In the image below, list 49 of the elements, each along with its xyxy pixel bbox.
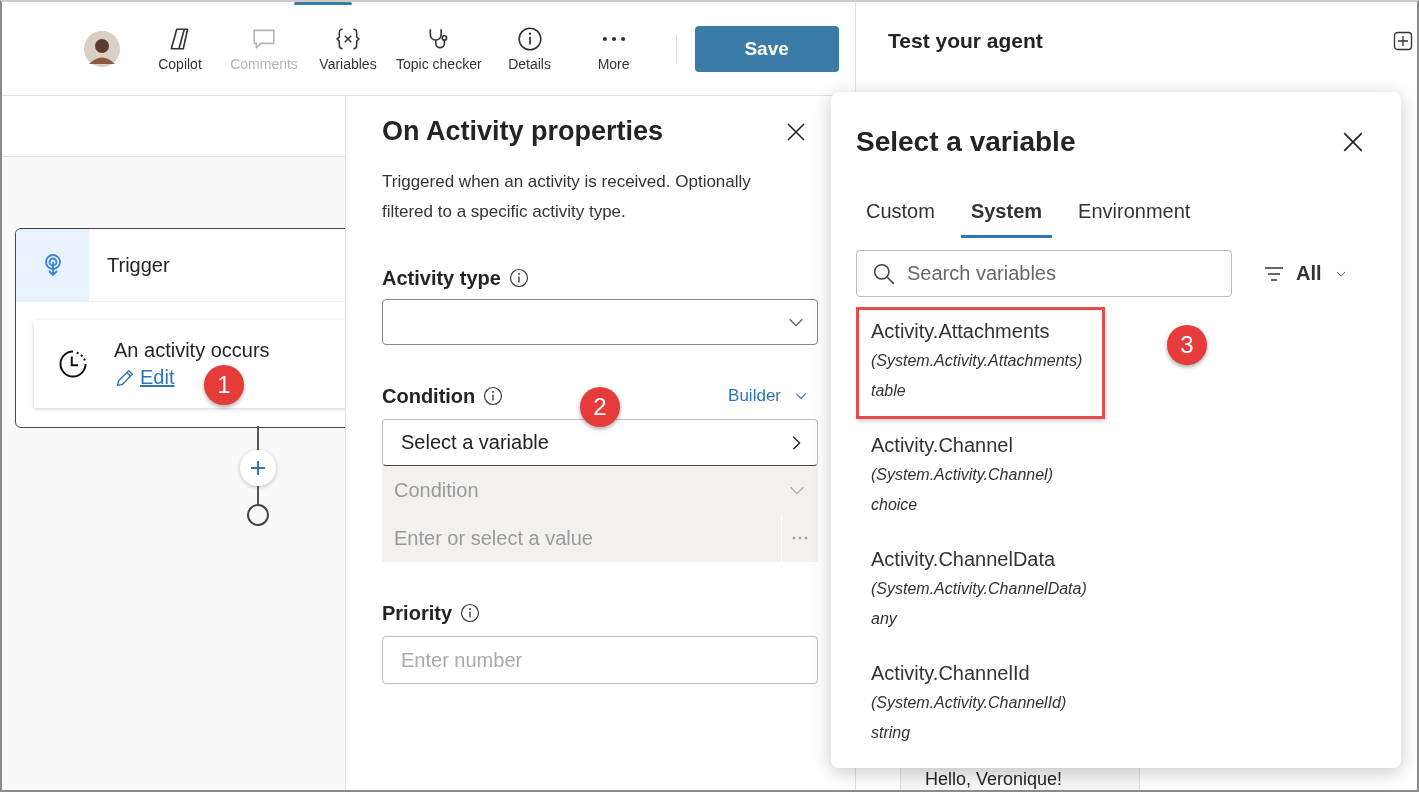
search-field[interactable]: Search variables bbox=[856, 250, 1232, 297]
more-icon bbox=[600, 34, 627, 43]
toolbar-button[interactable]: Copilot bbox=[140, 25, 220, 72]
field-label: Activity type bbox=[382, 266, 501, 290]
toolbar-button[interactable]: More bbox=[573, 25, 654, 72]
search-input[interactable]: Search variables bbox=[905, 261, 1209, 286]
more-icon bbox=[791, 535, 809, 541]
variable-item[interactable]: Activity.Attachments (System.Activity.Attachments) table bbox=[856, 307, 1106, 419]
info-icon[interactable] bbox=[508, 268, 529, 288]
clock-icon bbox=[58, 349, 88, 379]
activity-type-dropdown[interactable] bbox=[382, 299, 818, 345]
field-label: Priority bbox=[382, 601, 453, 625]
event-title: An activity occurs bbox=[114, 339, 270, 362]
pane-title: Test your agent bbox=[888, 29, 1043, 53]
variable-item[interactable]: Activity.Channel (System.Activity.Channel) choice bbox=[856, 421, 1076, 533]
tab-indicator bbox=[294, 2, 352, 5]
search-icon bbox=[873, 262, 895, 285]
info-icon[interactable] bbox=[460, 603, 481, 623]
field-label: Condition bbox=[382, 384, 476, 408]
tab[interactable]: Environment bbox=[1068, 192, 1201, 238]
builder-dropdown[interactable]: Builder bbox=[728, 386, 809, 406]
trigger-title: Trigger bbox=[107, 253, 170, 277]
tab[interactable]: System bbox=[960, 192, 1053, 238]
toolbar-button[interactable]: Topic checker bbox=[392, 25, 486, 72]
toolbar-button[interactable]: Variables bbox=[308, 25, 388, 72]
variable-item[interactable]: Activity.ChannelId (System.Activity.ChannelId) string bbox=[856, 649, 1090, 761]
new-chat-icon[interactable] bbox=[1393, 31, 1413, 51]
panel-title: On Activity properties bbox=[382, 116, 664, 147]
select-variable-button[interactable]: Select a variable bbox=[382, 419, 818, 466]
panel-description: Triggered when an activity is received. Optionally filtered to a specific activity type. bbox=[382, 171, 752, 223]
braces-x-icon bbox=[335, 25, 361, 52]
filter-dropdown[interactable]: All bbox=[1264, 262, 1348, 285]
avatar[interactable] bbox=[84, 30, 120, 67]
tab[interactable]: Custom bbox=[856, 192, 945, 238]
variable-item[interactable]: Activity.ChannelData (System.Activity.ChannelData) any bbox=[856, 535, 1110, 647]
edit-link[interactable]: Edit bbox=[114, 366, 175, 389]
add-node-button[interactable] bbox=[240, 450, 276, 486]
plus-icon bbox=[248, 458, 268, 478]
filter-icon bbox=[1264, 265, 1284, 282]
end-node bbox=[247, 504, 269, 526]
toolbar-button[interactable]: Details bbox=[489, 25, 570, 72]
priority-input[interactable]: Enter number bbox=[382, 636, 818, 684]
dialog-title: Select a variable bbox=[856, 126, 1076, 158]
info-icon bbox=[516, 25, 543, 52]
close-icon[interactable] bbox=[1342, 131, 1364, 153]
chat-message: Hello, Veronique! bbox=[900, 768, 1140, 790]
info-icon[interactable] bbox=[483, 386, 504, 406]
save-button[interactable]: Save bbox=[694, 25, 839, 72]
close-icon[interactable] bbox=[786, 121, 806, 142]
